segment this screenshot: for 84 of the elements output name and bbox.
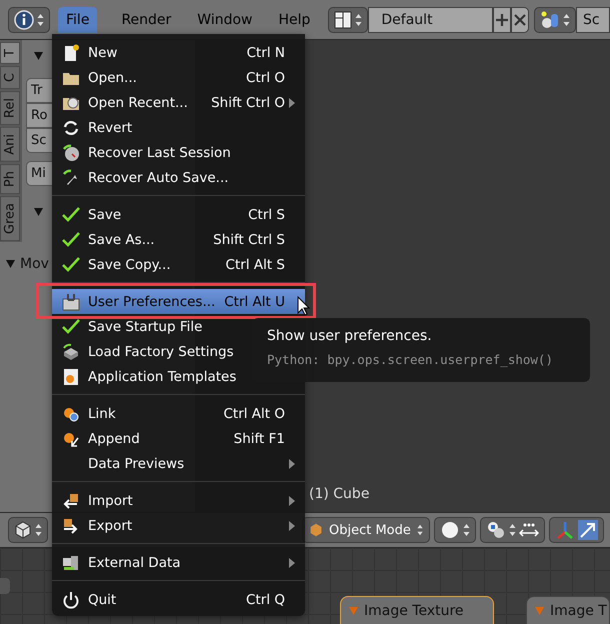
up-down-arrows-icon — [37, 12, 44, 26]
clock-icon — [62, 144, 80, 162]
import-icon — [62, 492, 80, 510]
menu-item[interactable]: User Preferences... Ctrl Alt U — [52, 289, 305, 314]
mode-dropdown[interactable]: Object Mode — [302, 517, 430, 543]
editor-type-selector[interactable] — [8, 517, 48, 543]
editor-type-selector[interactable] — [8, 6, 50, 32]
menu-item[interactable]: New Ctrl N — [52, 40, 305, 65]
menu-tab[interactable]: Help — [270, 6, 318, 32]
node-title: Image Texture — [364, 603, 464, 619]
panel-title: Mov — [20, 256, 49, 272]
pivot-icon — [486, 520, 506, 540]
menu-item[interactable]: Revert — [52, 115, 305, 140]
scene-selector[interactable] — [534, 6, 576, 32]
plus-icon — [494, 12, 509, 26]
check-icon — [62, 206, 80, 224]
cube-icon — [309, 522, 323, 538]
up-down-arrows-icon — [416, 523, 423, 537]
node-title: Image T — [550, 603, 607, 619]
up-down-arrows-icon — [563, 12, 570, 26]
drive-icon — [62, 342, 80, 360]
menu-item[interactable]: Export — [52, 513, 305, 538]
collapse-triangle-icon[interactable] — [34, 52, 43, 60]
node-header[interactable]: Image T — [526, 596, 610, 624]
menu-item[interactable]: Save Ctrl S — [52, 202, 305, 227]
collapse-triangle-icon[interactable] — [6, 260, 15, 268]
menu-item[interactable]: Open... Ctrl O — [52, 65, 305, 90]
manipulator-toggle[interactable] — [549, 517, 604, 543]
check-icon — [62, 256, 80, 274]
layout-selector[interactable] — [328, 6, 368, 32]
up-down-arrows-icon — [509, 523, 516, 537]
layout-name-field[interactable]: Default — [368, 6, 493, 32]
collapse-triangle-icon[interactable] — [34, 208, 43, 216]
menu-tab[interactable]: Render — [113, 6, 180, 32]
tooltip-python-text: Python: bpy.ops.screen.userpref_show() — [267, 352, 553, 367]
tool-button[interactable]: Ro — [26, 103, 52, 128]
sphere-icon — [440, 520, 460, 540]
close-icon — [514, 14, 526, 26]
menu-item[interactable]: Recover Last Session — [52, 140, 305, 165]
tool-button[interactable]: Sc — [26, 128, 52, 153]
menu-item[interactable]: Open Recent... Shift Ctrl O — [52, 90, 305, 115]
check-icon — [62, 318, 80, 336]
menu-item[interactable]: Link Ctrl Alt O — [52, 401, 305, 426]
up-down-arrows-icon — [355, 12, 362, 26]
refresh-icon — [62, 118, 80, 136]
check-icon — [62, 230, 80, 248]
close-button[interactable] — [510, 6, 530, 32]
scene-icon — [540, 10, 560, 30]
menu-item[interactable]: Save Copy... Ctrl Alt S — [52, 252, 305, 277]
template-icon — [62, 368, 80, 386]
shading-selector[interactable] — [434, 517, 476, 543]
up-down-arrows-icon — [463, 523, 470, 537]
menu-tab[interactable]: File — [58, 6, 98, 32]
arrow-icon[interactable] — [578, 520, 598, 540]
menu-item[interactable]: Data Previews — [52, 451, 305, 476]
info-icon — [14, 10, 34, 30]
menu-tab[interactable]: Window — [189, 6, 260, 32]
export-icon — [62, 516, 80, 534]
pivot-selector[interactable] — [480, 517, 545, 543]
axes-icon — [555, 520, 575, 540]
tool-button[interactable]: Mi — [26, 161, 52, 186]
horizontal-arrows-icon — [519, 522, 539, 538]
tooltip-title: Show user preferences. — [267, 328, 432, 344]
menu-item[interactable]: Save As... Shift Ctrl S — [52, 227, 305, 252]
layout-icon — [334, 10, 352, 28]
object-label: (1) Cube — [309, 486, 370, 502]
up-down-arrows-icon — [35, 523, 42, 537]
menu-item[interactable]: Quit Ctrl Q — [52, 587, 305, 612]
tool-button[interactable]: Tr — [26, 78, 52, 103]
new-file-icon — [62, 44, 80, 62]
shelf-tab[interactable]: T — [0, 42, 20, 64]
menu-item[interactable]: External Data — [52, 550, 305, 575]
power-icon — [62, 590, 80, 608]
preferences-icon — [62, 292, 80, 310]
mouse-cursor-icon — [297, 296, 311, 316]
external-icon — [62, 554, 80, 572]
node-header[interactable]: Image Texture — [340, 596, 494, 624]
wrench-icon — [62, 168, 80, 186]
menu-item[interactable]: Append Shift F1 — [52, 426, 305, 451]
menu-item[interactable]: Import — [52, 488, 305, 513]
scene-name-field[interactable]: Sc — [576, 6, 610, 32]
cube-icon — [14, 521, 32, 539]
menu-item[interactable]: Recover Auto Save... — [52, 165, 305, 190]
add-button[interactable] — [492, 6, 511, 32]
